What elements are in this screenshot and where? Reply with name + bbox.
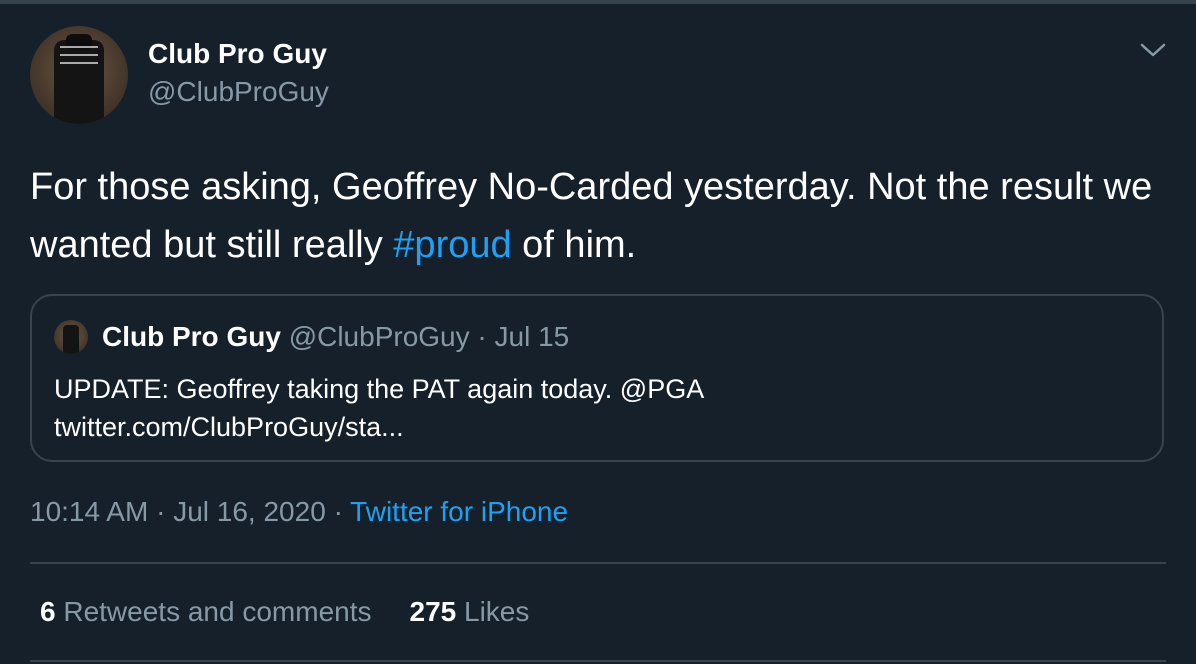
tweet-timestamp: 10:14 AM · Jul 16, 2020 · Twitter for iP…: [30, 496, 568, 528]
quoted-tweet-text: UPDATE: Geoffrey taking the PAT again to…: [54, 370, 1134, 446]
tweet-detail: Club Pro Guy @ClubProGuy For those askin…: [0, 0, 1196, 664]
hashtag-link[interactable]: #proud: [393, 224, 511, 266]
quoted-tweet-card[interactable]: Club Pro Guy @ClubProGuy · Jul 15 UPDATE…: [30, 294, 1164, 462]
quoted-date: Jul 15: [494, 321, 570, 352]
chevron-down-icon[interactable]: [1138, 38, 1168, 62]
avatar-detail: [60, 62, 98, 64]
tweet-time[interactable]: 10:14 AM: [30, 496, 148, 527]
divider: [30, 562, 1166, 564]
avatar[interactable]: [30, 26, 128, 124]
divider: [30, 660, 1166, 662]
tweet-stats: 6 Retweets and comments 275 Likes: [40, 596, 529, 628]
quoted-separator: ·: [477, 321, 487, 352]
author-display-name[interactable]: Club Pro Guy: [148, 38, 327, 70]
tweet-date[interactable]: Jul 16, 2020: [173, 496, 326, 527]
quoted-avatar: [54, 320, 88, 354]
quoted-tweet-header: Club Pro Guy @ClubProGuy · Jul 15: [102, 320, 569, 354]
tweet-text: For those asking, Geoffrey No-Carded yes…: [30, 158, 1180, 274]
quoted-text-line: UPDATE: Geoffrey taking the PAT again to…: [54, 374, 705, 404]
quoted-handle: @ClubProGuy: [288, 321, 470, 352]
retweets-label: Retweets and comments: [63, 596, 372, 627]
retweets-count: 6: [40, 596, 56, 627]
likes-label: Likes: [464, 596, 530, 627]
avatar-figure: [63, 325, 79, 354]
top-divider: [0, 0, 1196, 4]
avatar-detail: [60, 54, 98, 56]
quoted-display-name: Club Pro Guy: [102, 321, 281, 352]
avatar-figure: [54, 40, 104, 124]
author-handle[interactable]: @ClubProGuy: [148, 76, 329, 108]
retweets-stat[interactable]: 6 Retweets and comments: [40, 596, 372, 627]
likes-stat[interactable]: 275 Likes: [410, 596, 530, 627]
quoted-text-line: twitter.com/ClubProGuy/sta...: [54, 412, 404, 442]
avatar-detail: [60, 46, 98, 48]
tweet-text-part: of him.: [511, 224, 637, 266]
likes-count: 275: [409, 596, 457, 627]
timestamp-separator: ·: [156, 496, 166, 527]
timestamp-separator: ·: [333, 496, 343, 527]
source-link[interactable]: Twitter for iPhone: [350, 496, 568, 527]
